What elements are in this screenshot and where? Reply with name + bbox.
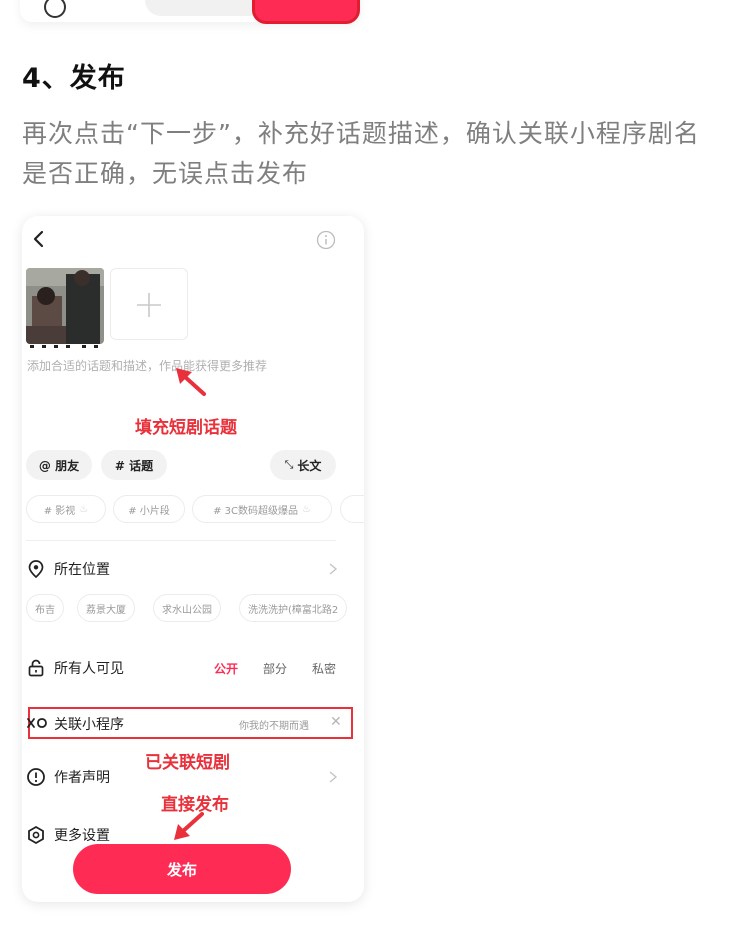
hashtag-suggestion[interactable]: # 3C数码超级爆品 ♨ bbox=[192, 495, 332, 523]
location-suggestion[interactable]: 荔景大厦 bbox=[77, 594, 135, 622]
settings-icon bbox=[28, 825, 44, 845]
close-icon[interactable]: ✕ bbox=[330, 714, 342, 730]
link-icon bbox=[27, 718, 47, 728]
info-icon[interactable] bbox=[316, 230, 336, 250]
description-input[interactable]: 添加合适的话题和描述，作品能获得更多推荐 bbox=[27, 357, 267, 374]
thumbnail-caption-dots bbox=[30, 334, 98, 348]
clock-icon bbox=[44, 0, 66, 18]
previous-step-crop bbox=[20, 0, 360, 24]
hashtag-suggestion[interactable]: # 小片段 bbox=[113, 495, 185, 523]
publish-button[interactable]: 发布 bbox=[73, 844, 291, 894]
visibility-row: 所有人可见 公开 部分 私密 bbox=[22, 653, 364, 683]
hashtag-suggestion[interactable]: # 影视 ♨ bbox=[26, 495, 106, 523]
more-settings-label: 更多设置 bbox=[54, 828, 110, 844]
mention-friends-button[interactable]: @ 朋友 bbox=[26, 450, 92, 480]
divider bbox=[26, 540, 336, 541]
crop-middle-button bbox=[145, 0, 265, 16]
annotation-arrow-topic bbox=[176, 368, 206, 396]
chevron-right-icon bbox=[329, 771, 338, 783]
long-text-button[interactable]: ⤡ 长文 bbox=[270, 450, 336, 480]
lock-icon bbox=[28, 659, 44, 677]
location-suggestion[interactable]: 求水山公园 bbox=[153, 594, 221, 622]
location-suggestion[interactable]: 洗洗洗护(樟富北路2 bbox=[239, 594, 348, 622]
expand-icon: ⤡ bbox=[284, 458, 294, 471]
location-pin-icon bbox=[28, 560, 44, 579]
location-row[interactable]: 所在位置 bbox=[22, 554, 364, 584]
annotation-fill-topic: 填充短剧话题 bbox=[135, 418, 237, 438]
annotation-arrow-publish bbox=[174, 812, 204, 840]
crop-option-button bbox=[30, 0, 120, 18]
hashtag-label: # 影视 bbox=[43, 505, 76, 517]
visibility-option-private[interactable]: 私密 bbox=[312, 660, 336, 677]
fire-icon: ♨ bbox=[79, 503, 89, 515]
add-media-button[interactable] bbox=[110, 268, 188, 340]
hashtag-suggestion-partial[interactable] bbox=[340, 495, 364, 523]
plus-icon bbox=[137, 293, 161, 317]
back-icon[interactable] bbox=[28, 228, 50, 250]
crop-next-button bbox=[252, 0, 360, 24]
add-topic-button[interactable]: # 话题 bbox=[101, 450, 167, 480]
mini-program-label: 关联小程序 bbox=[54, 717, 124, 733]
alert-circle-icon bbox=[27, 768, 45, 786]
visibility-option-partial[interactable]: 部分 bbox=[263, 660, 287, 677]
visibility-label: 所有人可见 bbox=[54, 661, 124, 677]
location-suggestion[interactable]: 布吉 bbox=[26, 594, 64, 622]
location-label: 所在位置 bbox=[54, 562, 110, 578]
video-thumbnail[interactable] bbox=[26, 268, 104, 344]
author-statement-row[interactable]: 作者声明 bbox=[22, 762, 364, 792]
long-text-label: 长文 bbox=[297, 458, 322, 473]
publish-screen: 添加合适的话题和描述，作品能获得更多推荐 填充短剧话题 @ 朋友 # 话题 ⤡ … bbox=[22, 216, 364, 902]
mini-program-value: 你我的不期而遇 bbox=[239, 721, 309, 732]
visibility-option-public[interactable]: 公开 bbox=[214, 660, 238, 677]
fire-icon: ♨ bbox=[301, 503, 311, 515]
hashtag-label: # 小片段 bbox=[128, 505, 170, 517]
hashtag-label: # 3C数码超级爆品 bbox=[213, 505, 298, 517]
step-description: 再次点击“下一步”，补充好话题描述，确认关联小程序剧名是否正确，无误点击发布 bbox=[22, 119, 700, 188]
chevron-right-icon bbox=[329, 563, 338, 575]
mini-program-row[interactable]: 关联小程序 你我的不期而遇 ✕ bbox=[27, 707, 353, 739]
author-statement-label: 作者声明 bbox=[54, 770, 110, 786]
step-title: 4、发布 bbox=[22, 63, 126, 94]
